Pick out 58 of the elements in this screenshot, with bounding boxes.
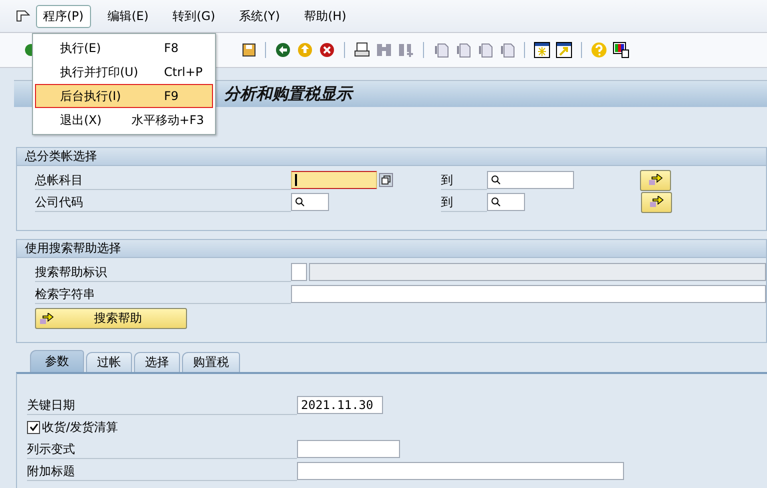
menu-entry[interactable]: 退出(X) 水平移动+F3 bbox=[35, 108, 213, 132]
input-field[interactable] bbox=[297, 462, 624, 480]
menu-icon[interactable] bbox=[16, 10, 30, 22]
binoculars-icon[interactable] bbox=[376, 42, 392, 58]
multiple-selection-button[interactable] bbox=[641, 192, 672, 212]
page-icon[interactable] bbox=[499, 42, 515, 58]
binoculars-plus-icon[interactable] bbox=[398, 42, 414, 58]
page-icon[interactable] bbox=[455, 42, 471, 58]
menu-entry[interactable]: 执行并打印(U) Ctrl+P bbox=[35, 60, 213, 84]
page-icon[interactable] bbox=[477, 42, 493, 58]
new-window-icon[interactable] bbox=[534, 42, 550, 58]
arrow-icon bbox=[648, 174, 662, 186]
cancel-icon[interactable] bbox=[319, 42, 335, 58]
multiple-selection-icon[interactable] bbox=[379, 173, 393, 187]
screen-title: 分析和购置税显示 bbox=[224, 84, 352, 104]
back-icon[interactable] bbox=[275, 42, 291, 58]
menu-item[interactable]: 程序(P) bbox=[36, 4, 91, 28]
menu-item[interactable]: 编辑(E) bbox=[100, 4, 156, 28]
page-icon[interactable] bbox=[433, 42, 449, 58]
date-field[interactable]: 2021.11.30 bbox=[297, 396, 383, 414]
menu-item[interactable]: 帮助(H) bbox=[296, 4, 354, 28]
menu-item[interactable]: 系统(Y) bbox=[232, 4, 287, 28]
field-label: 公司代码 bbox=[35, 192, 291, 212]
print-icon[interactable] bbox=[354, 42, 370, 58]
search-icon bbox=[295, 197, 305, 207]
search-icon bbox=[491, 175, 501, 185]
input-field[interactable] bbox=[291, 193, 329, 211]
checkbox-label: 收货/发货清算 bbox=[42, 418, 118, 436]
field-label: 列示变式 bbox=[27, 440, 297, 458]
menu-entry[interactable]: 执行(E) F8 bbox=[35, 36, 213, 60]
group-header: 使用搜索帮助选择 bbox=[17, 240, 766, 258]
tab[interactable]: 参数 bbox=[30, 350, 84, 372]
tab[interactable]: 过帐 bbox=[86, 352, 132, 372]
save-icon[interactable] bbox=[242, 43, 256, 57]
field-label: 检索字符串 bbox=[35, 284, 291, 304]
field-label: 搜索帮助标识 bbox=[35, 262, 291, 282]
field-label: 关键日期 bbox=[27, 396, 297, 414]
checkbox[interactable] bbox=[27, 420, 40, 434]
tab[interactable]: 购置税 bbox=[182, 352, 240, 372]
input-field[interactable] bbox=[291, 171, 377, 189]
input-field[interactable] bbox=[297, 440, 400, 458]
tab[interactable]: 选择 bbox=[134, 352, 180, 372]
multiple-selection-button[interactable] bbox=[640, 170, 671, 190]
input-field[interactable] bbox=[291, 263, 307, 281]
input-field[interactable] bbox=[291, 285, 766, 303]
shortcut-icon[interactable] bbox=[556, 42, 572, 58]
menu-item[interactable]: 转到(G) bbox=[166, 4, 222, 28]
arrow-icon bbox=[40, 312, 54, 324]
layout-icon[interactable] bbox=[613, 42, 629, 58]
arrow-icon bbox=[650, 196, 664, 208]
menu-entry[interactable]: 后台执行(I) F9 bbox=[35, 84, 213, 108]
search-help-button[interactable]: 搜索帮助 bbox=[35, 308, 187, 329]
input-field[interactable] bbox=[487, 193, 525, 211]
field-label: 附加标题 bbox=[27, 462, 297, 480]
field-label: 总帐科目 bbox=[35, 170, 291, 190]
group-header: 总分类帐选择 bbox=[17, 148, 766, 166]
input-field[interactable] bbox=[487, 171, 574, 189]
search-icon bbox=[491, 197, 501, 207]
